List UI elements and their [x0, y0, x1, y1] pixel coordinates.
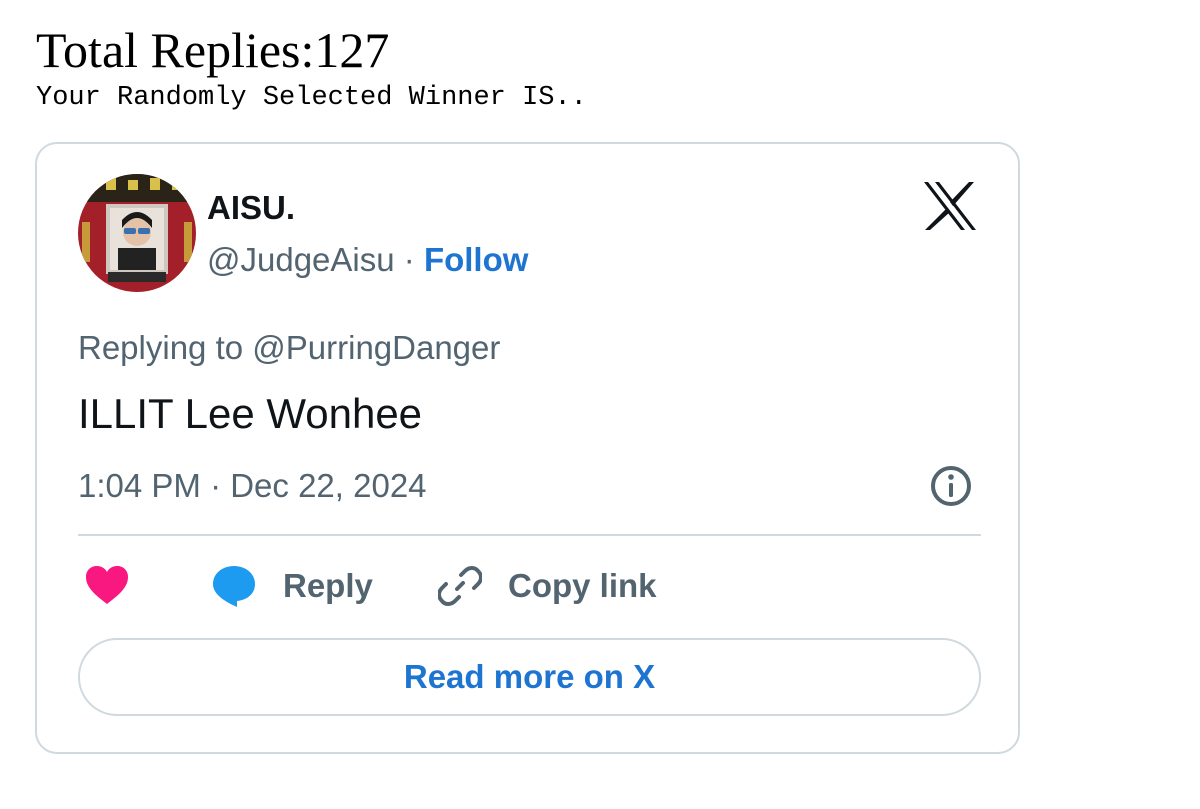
copy-link-label: Copy link	[508, 567, 657, 604]
tweet-timestamp[interactable]: 1:04 PM · Dec 22, 2024	[78, 466, 427, 506]
copy-link-button[interactable]: Copy link	[438, 560, 657, 612]
total-replies-heading: Total Replies:127	[36, 22, 390, 78]
reply-label: Reply	[283, 567, 373, 604]
author-handle[interactable]: @JudgeAisu	[207, 241, 395, 278]
read-more-label: Read more on X	[403, 658, 656, 695]
tweet-text: ILLIT Lee Wonhee	[78, 390, 423, 437]
handle-separator: ·	[394, 241, 424, 278]
author-handle-row: @JudgeAisu · Follow	[207, 240, 528, 280]
author-name[interactable]: AISU.	[207, 188, 295, 228]
avatar[interactable]	[78, 174, 196, 292]
avatar-image	[78, 174, 196, 292]
heart-icon[interactable]	[84, 564, 130, 606]
info-icon[interactable]	[929, 464, 973, 508]
read-more-button[interactable]: Read more on X	[78, 638, 981, 716]
divider	[78, 534, 981, 536]
embedded-tweet-card: AISU. @JudgeAisu · Follow Replying to @P…	[35, 142, 1020, 754]
speech-bubble-icon	[213, 566, 255, 607]
link-icon	[438, 566, 482, 606]
reply-button[interactable]: Reply	[211, 560, 373, 612]
winner-announcement: Your Randomly Selected Winner IS..	[36, 83, 587, 113]
tweet-actions: Reply Copy link	[78, 560, 981, 612]
x-logo-icon[interactable]	[922, 180, 978, 232]
replying-to-label: Replying to @PurringDanger	[78, 329, 501, 366]
follow-link[interactable]: Follow	[424, 241, 528, 278]
